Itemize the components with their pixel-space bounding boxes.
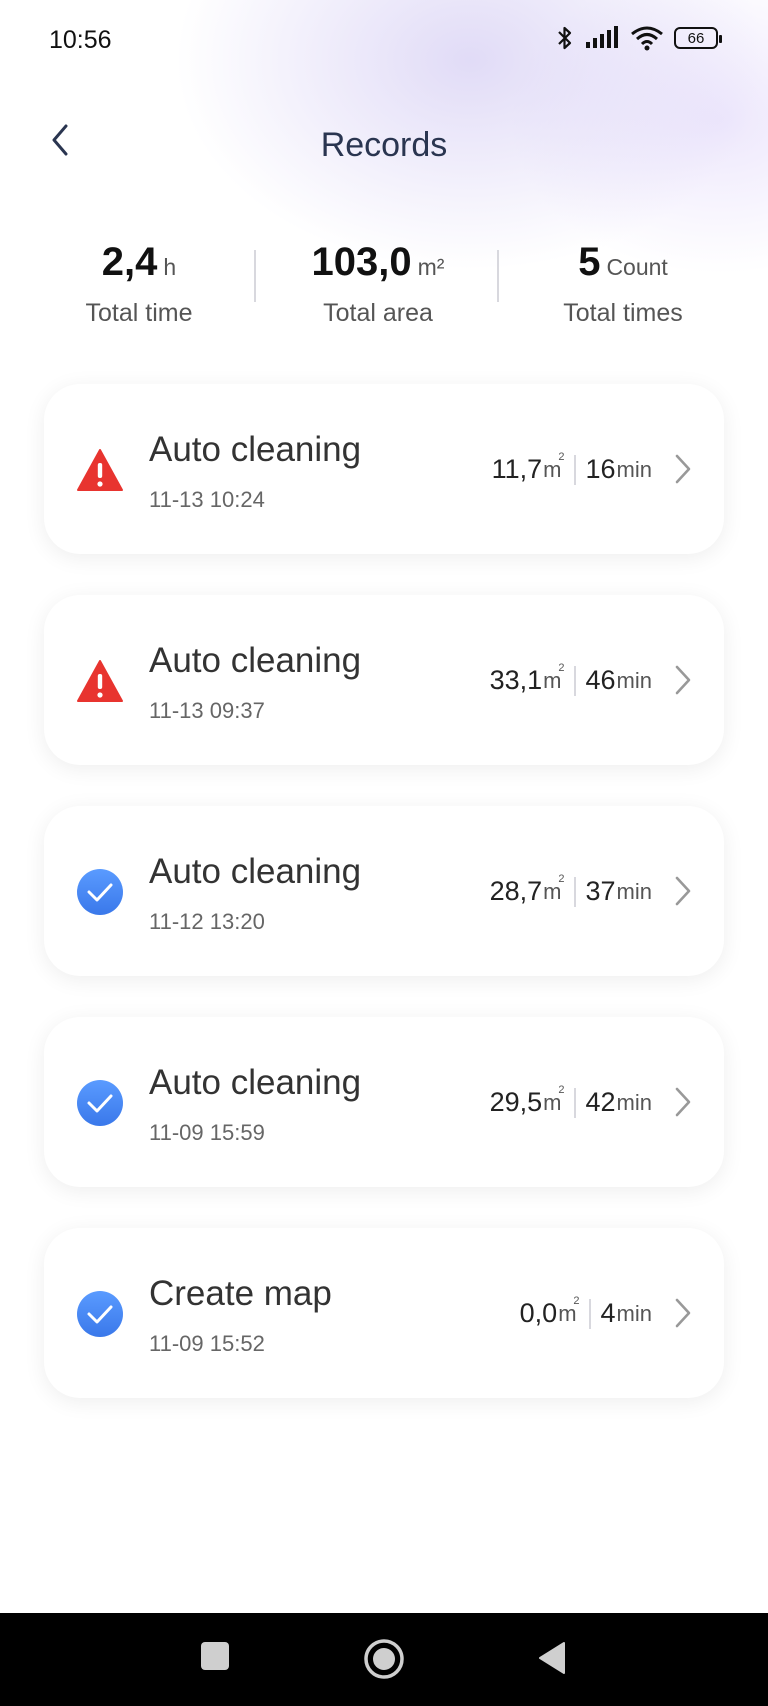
- stat-total-times: 5 Count Total times: [503, 240, 743, 328]
- record-date: 11-13 09:37: [149, 698, 265, 723]
- record-card[interactable]: Auto cleaning 11-12 13:20 28,7 m2 37 min: [44, 806, 724, 976]
- record-area: 28,7: [489, 876, 543, 906]
- record-duration: 46: [585, 665, 616, 695]
- record-title: Auto cleaning: [149, 430, 362, 469]
- warning-icon: [77, 660, 123, 702]
- record-title: Auto cleaning: [149, 641, 362, 680]
- duration-unit: min: [616, 1089, 652, 1115]
- record-duration: 37: [585, 876, 616, 906]
- duration-unit: min: [616, 878, 652, 904]
- status-time: 10:56: [49, 26, 112, 54]
- duration-unit: min: [616, 667, 652, 693]
- record-date: 11-12 13:20: [149, 909, 265, 934]
- record-area: 33,1: [489, 665, 543, 695]
- stat-total-time: 2,4 h Total time: [19, 240, 259, 328]
- stat-divider: [497, 250, 499, 302]
- status-icons: 66: [556, 24, 722, 52]
- wifi-icon: [631, 26, 663, 51]
- record-title: Create map: [149, 1274, 332, 1313]
- record-title: Auto cleaning: [149, 1063, 362, 1102]
- record-card[interactable]: Auto cleaning 11-13 09:37 33,1 m2 46 min: [44, 595, 724, 765]
- square-icon: [201, 1642, 229, 1670]
- record-card[interactable]: Auto cleaning 11-13 10:24 11,7 m2 16 min: [44, 384, 724, 554]
- check-circle-icon: [77, 1291, 123, 1337]
- record-date: 11-09 15:52: [149, 1331, 265, 1356]
- stat-unit: m²: [417, 254, 445, 280]
- battery-icon: 66: [674, 27, 722, 49]
- metric-divider: [573, 454, 576, 485]
- chevron-right-icon: [675, 665, 691, 695]
- home-button[interactable]: [363, 1638, 405, 1685]
- duration-unit: min: [616, 456, 652, 482]
- record-area: 0,0: [519, 1298, 558, 1328]
- check-circle-icon: [77, 1080, 123, 1126]
- duration-unit: min: [616, 1300, 652, 1326]
- metric-divider: [573, 1087, 576, 1118]
- metric-divider: [588, 1298, 591, 1329]
- record-metrics: 33,1 m2 46 min: [489, 661, 652, 696]
- record-card[interactable]: Auto cleaning 11-09 15:59 29,5 m2 42 min: [44, 1017, 724, 1187]
- chevron-right-icon: [675, 454, 691, 484]
- page-title: Records: [320, 126, 448, 164]
- back-nav-button[interactable]: [537, 1641, 567, 1680]
- record-metrics: 11,7 m2 16 min: [491, 450, 652, 485]
- stat-total-area: 103,0 m² Total area: [258, 240, 498, 328]
- header: Records: [0, 110, 768, 184]
- area-unit: m2: [543, 661, 565, 693]
- chevron-right-icon: [675, 1298, 691, 1328]
- warning-icon: [77, 449, 123, 491]
- circle-icon: [364, 1639, 404, 1679]
- navigation-bar: [0, 1613, 768, 1706]
- area-unit: m2: [543, 450, 565, 482]
- stat-divider: [254, 250, 256, 302]
- stat-unit: Count: [606, 254, 668, 280]
- summary-stats: 2,4 h Total time 103,0 m² Total area 5 Coun…: [0, 240, 768, 350]
- recents-button[interactable]: [200, 1641, 230, 1676]
- bluetooth-icon: [558, 26, 572, 50]
- record-title: Auto cleaning: [149, 852, 362, 891]
- status-bar: 10:56 66: [0, 0, 768, 84]
- record-area: 11,7: [491, 454, 543, 484]
- stat-label: Total times: [563, 299, 683, 327]
- area-unit: m2: [543, 1083, 565, 1115]
- battery-level: 66: [687, 29, 705, 47]
- metric-divider: [573, 876, 576, 907]
- record-area: 29,5: [489, 1087, 543, 1117]
- stat-label: Total time: [85, 299, 193, 327]
- stat-unit: h: [163, 254, 177, 280]
- metric-divider: [573, 665, 576, 696]
- record-duration: 16: [585, 454, 616, 484]
- record-metrics: 0,0 m2 4 min: [519, 1294, 652, 1329]
- record-metrics: 28,7 m2 37 min: [489, 872, 652, 907]
- record-card[interactable]: Create map 11-09 15:52 0,0 m2 4 min: [44, 1228, 724, 1398]
- record-duration: 4: [600, 1298, 616, 1328]
- area-unit: m2: [558, 1294, 580, 1326]
- record-metrics: 29,5 m2 42 min: [489, 1083, 652, 1118]
- record-date: 11-09 15:59: [149, 1120, 265, 1145]
- triangle-back-icon: [539, 1642, 565, 1674]
- chevron-right-icon: [675, 1087, 691, 1117]
- signal-icon: [586, 26, 618, 48]
- stat-value: 2,4: [101, 240, 158, 284]
- record-date: 11-13 10:24: [149, 487, 265, 512]
- record-duration: 42: [585, 1087, 616, 1117]
- stat-value: 103,0: [311, 240, 412, 284]
- stat-label: Total area: [323, 299, 433, 327]
- check-circle-icon: [77, 869, 123, 915]
- chevron-right-icon: [675, 876, 691, 906]
- stat-value: 5: [578, 240, 601, 284]
- area-unit: m2: [543, 872, 565, 904]
